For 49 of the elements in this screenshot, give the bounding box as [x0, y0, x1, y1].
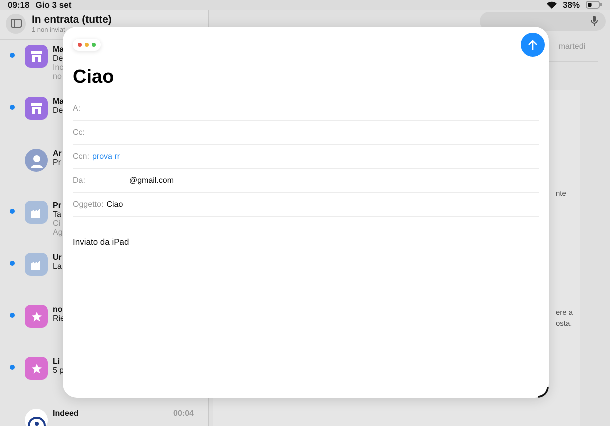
store-icon: [30, 51, 43, 62]
field-label: Da:: [73, 176, 86, 185]
sender-name: Ar: [53, 149, 62, 158]
battery-percent: 38%: [562, 0, 580, 10]
building-icon: [30, 259, 43, 270]
sidebar-button[interactable]: [6, 14, 26, 34]
status-date: Gio 3 set: [36, 0, 72, 10]
sender-name: Li: [53, 357, 60, 366]
message-subject: Ta: [53, 210, 62, 219]
microphone-icon: [591, 16, 598, 26]
field-value[interactable]: prova rr: [92, 152, 120, 161]
field-label: Cc:: [73, 128, 85, 137]
sender-name: no: [53, 305, 63, 314]
store-icon: [30, 103, 43, 114]
field-label: Oggetto:: [73, 200, 104, 209]
message-preview: Ag: [53, 228, 63, 237]
message-body[interactable]: Inviato da iPad: [73, 237, 539, 247]
message-subject: De: [53, 106, 64, 115]
person-icon: [28, 152, 44, 168]
compose-title: Ciao: [73, 67, 116, 89]
star-icon: [30, 362, 42, 374]
message-subject: La: [53, 262, 62, 271]
send-button[interactable]: [521, 33, 545, 57]
message-subject: De: [53, 54, 64, 63]
wifi-icon: [546, 1, 557, 9]
message-preview: Ci: [53, 219, 61, 228]
message-date: martedì: [558, 42, 586, 53]
arrow-up-icon: [528, 40, 538, 50]
search-field[interactable]: [480, 12, 606, 30]
sender-name: Pr: [53, 201, 62, 210]
message-preview: no: [53, 72, 62, 81]
field-value[interactable]: Ciao: [106, 200, 124, 209]
message-time: 00:04: [174, 409, 194, 418]
message-subject: Pr: [53, 158, 61, 167]
message-preview: Inc: [53, 63, 64, 72]
star-icon: [30, 310, 42, 322]
status-time: 09:18: [8, 0, 30, 10]
field-value[interactable]: @gmail.com: [129, 176, 174, 185]
sender-name: Indeed: [53, 409, 79, 418]
window-controls[interactable]: [73, 39, 101, 51]
mailbox-title: In entrata (tutte): [32, 14, 112, 26]
building-icon: [30, 207, 43, 218]
field-label: Ccn:: [73, 152, 90, 161]
resize-handle[interactable]: [537, 386, 549, 398]
sidebar-icon: [10, 19, 22, 28]
battery-icon: [586, 1, 602, 9]
logo-icon: [26, 416, 46, 426]
sender-name: Ur: [53, 253, 62, 262]
field-label: A:: [73, 104, 81, 113]
